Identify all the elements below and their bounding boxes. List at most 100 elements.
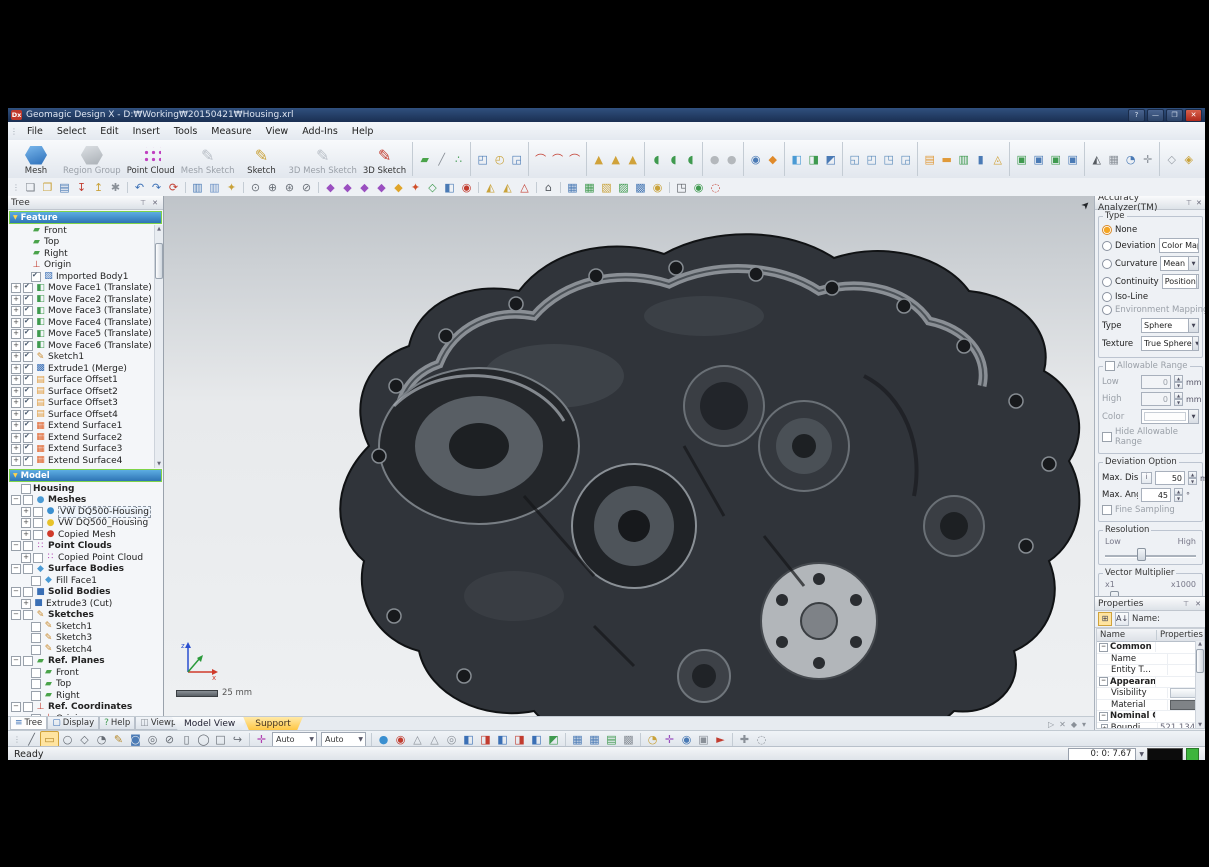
expander-icon[interactable]: + [11, 295, 21, 305]
close-icon[interactable]: ✕ [1195, 199, 1203, 207]
resolution-slider-thumb[interactable] [1137, 548, 1146, 561]
lightweight-mode-select[interactable]: Auto▼ [272, 732, 317, 747]
vector-slider[interactable] [1105, 590, 1196, 597]
expander-icon[interactable]: + [11, 341, 21, 351]
check-mesh-icon[interactable]: ◭ [482, 180, 499, 195]
boolean-merge-tool-icon[interactable]: ◰ [863, 152, 880, 167]
visibility-checkbox[interactable] [21, 484, 31, 494]
expander-icon[interactable]: + [11, 410, 21, 420]
model-section-header[interactable]: ▼ Model [9, 469, 162, 482]
close-icon[interactable]: ✕ [1193, 600, 1203, 608]
warning-icon[interactable]: △ [516, 180, 533, 195]
measure-angle-tool-icon[interactable]: ◭ [1088, 152, 1105, 167]
preferences-icon[interactable]: ✱ [107, 180, 124, 195]
expander-icon[interactable]: − [11, 541, 21, 551]
visibility-checkbox[interactable] [33, 553, 43, 563]
tree-item-top[interactable]: ▰Top [8, 679, 163, 691]
tree-item-origin[interactable]: ⊥Origin [8, 260, 163, 272]
radio-continuity[interactable] [1102, 277, 1112, 287]
hide-body-tool-icon[interactable]: ▣ [1064, 152, 1081, 167]
coordinate-dropdown-icon[interactable]: ▼ [1139, 751, 1144, 758]
delete-body-tool-icon[interactable]: ▣ [1047, 152, 1064, 167]
scroll-up-icon[interactable]: ▲ [1198, 641, 1202, 647]
smart-brush-tool-icon[interactable]: ◆ [764, 152, 781, 167]
close-icon[interactable]: ✕ [150, 199, 160, 207]
visibility-checkbox[interactable] [31, 645, 41, 655]
smooth-icon[interactable]: ▩ [632, 180, 649, 195]
merge-tool-icon[interactable]: ● [706, 152, 723, 167]
dock-tab-display[interactable]: ▢Display [47, 717, 99, 730]
revolution-wizard-icon[interactable]: ▲ [607, 152, 624, 167]
tree-item-move-face4-translate[interactable]: +◧Move Face4 (Translate) [8, 317, 163, 329]
tree-item-top[interactable]: ▰Top [8, 237, 163, 249]
tree-item-fill-face1[interactable]: ◆Fill Face1 [8, 575, 163, 587]
tree-scrollbar[interactable]: ▲ ▼ [154, 225, 163, 468]
properties-scrollbar[interactable]: ▲ ▼ [1195, 641, 1204, 728]
ring-icon[interactable]: ◌ [753, 732, 770, 747]
expander-icon[interactable]: + [11, 421, 21, 431]
add-icon[interactable]: ✚ [736, 732, 753, 747]
tree-item-move-face5-translate[interactable]: +◧Move Face5 (Translate) [8, 329, 163, 341]
tree-item-extend-surface2[interactable]: +▦Extend Surface2 [8, 432, 163, 444]
select-cylinder-icon[interactable]: ▯ [178, 732, 195, 747]
high-stepper[interactable]: ▲▼ [1174, 392, 1183, 406]
scroll-down-icon[interactable]: ▼ [1198, 722, 1202, 728]
max-dist-stepper[interactable]: ▲▼ [1188, 471, 1197, 485]
tree-item-housing[interactable]: Housing [8, 483, 163, 495]
expander-icon[interactable]: + [11, 375, 21, 385]
collapse-icon[interactable]: − [1099, 712, 1108, 721]
tree-item-sketch1[interactable]: +✎Sketch1 [8, 352, 163, 364]
optimize-mesh-icon[interactable]: ▧ [598, 180, 615, 195]
tree-item-solid-bodies[interactable]: −■Solid Bodies [8, 587, 163, 599]
check-errors-icon[interactable]: ◭ [499, 180, 516, 195]
align-wizard-icon[interactable]: ◆ [322, 180, 339, 195]
scroll-down-icon[interactable]: ▼ [157, 460, 161, 468]
view-mesh-icon[interactable]: ● [375, 732, 392, 747]
tree-item-surface-bodies[interactable]: −◆Surface Bodies [8, 564, 163, 576]
defeature-icon[interactable]: ◉ [649, 180, 666, 195]
info-icon[interactable]: i [1141, 472, 1152, 484]
snapshot-icon[interactable]: ▣ [695, 732, 712, 747]
region-align-icon[interactable]: ◇ [424, 180, 441, 195]
mesh-buildup-icon[interactable]: ◧ [441, 180, 458, 195]
tree-item-vw-dq500-housing[interactable]: +●VW DQ500-Housing [8, 506, 163, 518]
extrusion-wizard-icon[interactable]: ▲ [590, 152, 607, 167]
tree-item-extrude3-cut[interactable]: +■Extrude3 (Cut) [8, 598, 163, 610]
save-file-icon[interactable]: ▤ [56, 180, 73, 195]
boolean-cut-tool-icon[interactable]: ◱ [846, 152, 863, 167]
visibility-checkbox[interactable] [31, 622, 41, 632]
calibrate-icon[interactable]: ✦ [407, 180, 424, 195]
radio-environment-mapping[interactable] [1102, 305, 1112, 315]
select-spline-icon[interactable]: ◔ [93, 732, 110, 747]
dock-tab-tree[interactable]: ≡Tree [10, 717, 47, 730]
view-body-blue2-icon[interactable]: ◧ [494, 732, 511, 747]
visibility-checkbox[interactable] [31, 691, 41, 701]
tree-item-copied-mesh[interactable]: +●Copied Mesh [8, 529, 163, 541]
scroll-up-icon[interactable]: ▲ [157, 225, 161, 233]
decimate-icon[interactable]: ▦ [564, 180, 581, 195]
redo-icon[interactable]: ↷ [148, 180, 165, 195]
measure-radius-tool-icon[interactable]: ◔ [1122, 152, 1139, 167]
property-row-material[interactable]: Material [1097, 700, 1204, 712]
tree-item-vw-dq500-housing[interactable]: +●VW DQ500_Housing [8, 518, 163, 530]
select-polyline-icon[interactable]: ◇ [76, 732, 93, 747]
toolbar-button-point-cloud[interactable]: Point Cloud [124, 140, 178, 178]
visibility-checkbox[interactable] [23, 456, 33, 466]
expander-icon[interactable]: + [11, 283, 21, 293]
view-body-red2-icon[interactable]: ◨ [511, 732, 528, 747]
visibility-checkbox[interactable] [23, 421, 33, 431]
expander-icon[interactable]: + [21, 518, 31, 528]
menu-item-measure[interactable]: Measure [204, 126, 258, 137]
scroll-thumb[interactable] [155, 243, 163, 279]
property-row-boundi[interactable]: + Boundi...521.1348, ... [1097, 723, 1204, 730]
zoom-previous-icon[interactable]: ⊘ [298, 180, 315, 195]
view-body-blue1-icon[interactable]: ◧ [460, 732, 477, 747]
tree-item-right[interactable]: ▰Right [8, 248, 163, 260]
render-mode-select[interactable]: Auto▼ [321, 732, 366, 747]
categorize-icon[interactable]: ⊞ [1098, 612, 1112, 626]
tree-item-front[interactable]: ▰Front [8, 225, 163, 237]
expander-icon[interactable]: + [21, 530, 31, 540]
select-sphere-icon[interactable]: ◯ [195, 732, 212, 747]
expander-icon[interactable]: − [11, 702, 21, 712]
low-input[interactable]: 0 [1141, 375, 1171, 389]
